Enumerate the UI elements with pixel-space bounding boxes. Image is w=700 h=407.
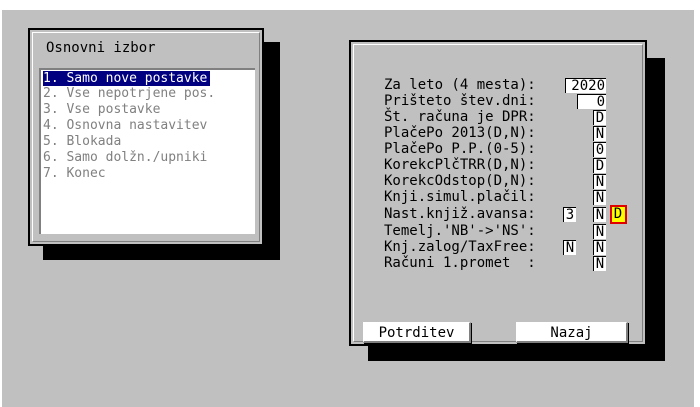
field-za-leto[interactable]: 2020 <box>565 78 606 94</box>
field-knji-simul-placil[interactable]: N <box>593 190 606 206</box>
back-button[interactable]: Nazaj <box>516 322 628 343</box>
menu-item-blokada[interactable]: 5. Blokada <box>43 134 124 149</box>
menu-item-samo-nove-postavke[interactable]: 1. Samo nove postavke <box>43 71 211 86</box>
label-racuni-1-promet: Računi 1.promet : <box>384 255 536 271</box>
field-temelj-nb-ns[interactable]: N <box>593 224 606 240</box>
menu-item-samo-dolzn-upniki[interactable]: 6. Samo dolžn./upniki <box>43 150 210 165</box>
menu-item-osnovna-nastavitev[interactable]: 4. Osnovna nastavitev <box>43 118 210 133</box>
label-knj-zalog-taxfree: Knj.zalog/TaxFree: <box>384 239 536 255</box>
field-nast-knjiz-avansa-focused[interactable]: D <box>610 205 627 224</box>
field-knj-zalog-taxfree-1[interactable]: N <box>563 240 576 256</box>
label-placepo-pp: PlačePo P.P.(0-5): <box>384 141 536 157</box>
field-knj-zalog-taxfree-2[interactable]: N <box>593 240 606 256</box>
label-knji-simul-placil: Knji.simul.plačil: <box>384 189 536 205</box>
field-placepo-pp[interactable]: 0 <box>593 142 606 158</box>
menu-item-konec[interactable]: 7. Konec <box>43 166 109 181</box>
label-korekc-odstop: KorekcOdstop(D,N): <box>384 173 536 189</box>
menu-item-vse-nepotrjene[interactable]: 2. Vse nepotrjene pos. <box>43 86 218 101</box>
label-korekc-plc-trr: KorekcPlčTRR(D,N): <box>384 157 536 173</box>
field-nast-knjiz-avansa-2[interactable]: N <box>593 207 606 223</box>
field-racuni-1-promet[interactable]: N <box>593 256 606 272</box>
label-placepo-2013: PlačePo 2013(D,N): <box>384 125 536 141</box>
menu-item-vse-postavke[interactable]: 3. Vse postavke <box>43 102 163 117</box>
menu-list: 1. Samo nove postavke 2. Vse nepotrjene … <box>39 68 255 234</box>
menu-title: Osnovni izbor <box>46 40 156 56</box>
field-st-racuna-dpr[interactable]: D <box>593 110 606 126</box>
label-pristeto-stev-dni: Prišteto štev.dni: <box>384 93 536 109</box>
field-placepo-2013[interactable]: N <box>593 126 606 142</box>
field-korekc-plc-trr[interactable]: D <box>593 158 606 174</box>
settings-window: Za leto (4 mesta): 2020 Prišteto štev.dn… <box>349 40 647 346</box>
label-st-racuna-dpr: Št. računa je DPR: <box>384 109 536 125</box>
field-nast-knjiz-avansa-1[interactable]: 3 <box>563 207 576 223</box>
label-nast-knjiz-avansa: Nast.knjiž.avansa: <box>384 206 536 222</box>
label-za-leto: Za leto (4 mesta): <box>384 77 536 93</box>
field-korekc-odstop[interactable]: N <box>593 174 606 190</box>
field-pristeto-stev-dni[interactable]: 0 <box>577 94 606 110</box>
menu-window: Osnovni izbor 1. Samo nove postavke 2. V… <box>28 28 264 246</box>
label-temelj-nb-ns: Temelj.'NB'->'NS': <box>384 223 536 239</box>
confirm-button[interactable]: Potrditev <box>363 322 471 343</box>
